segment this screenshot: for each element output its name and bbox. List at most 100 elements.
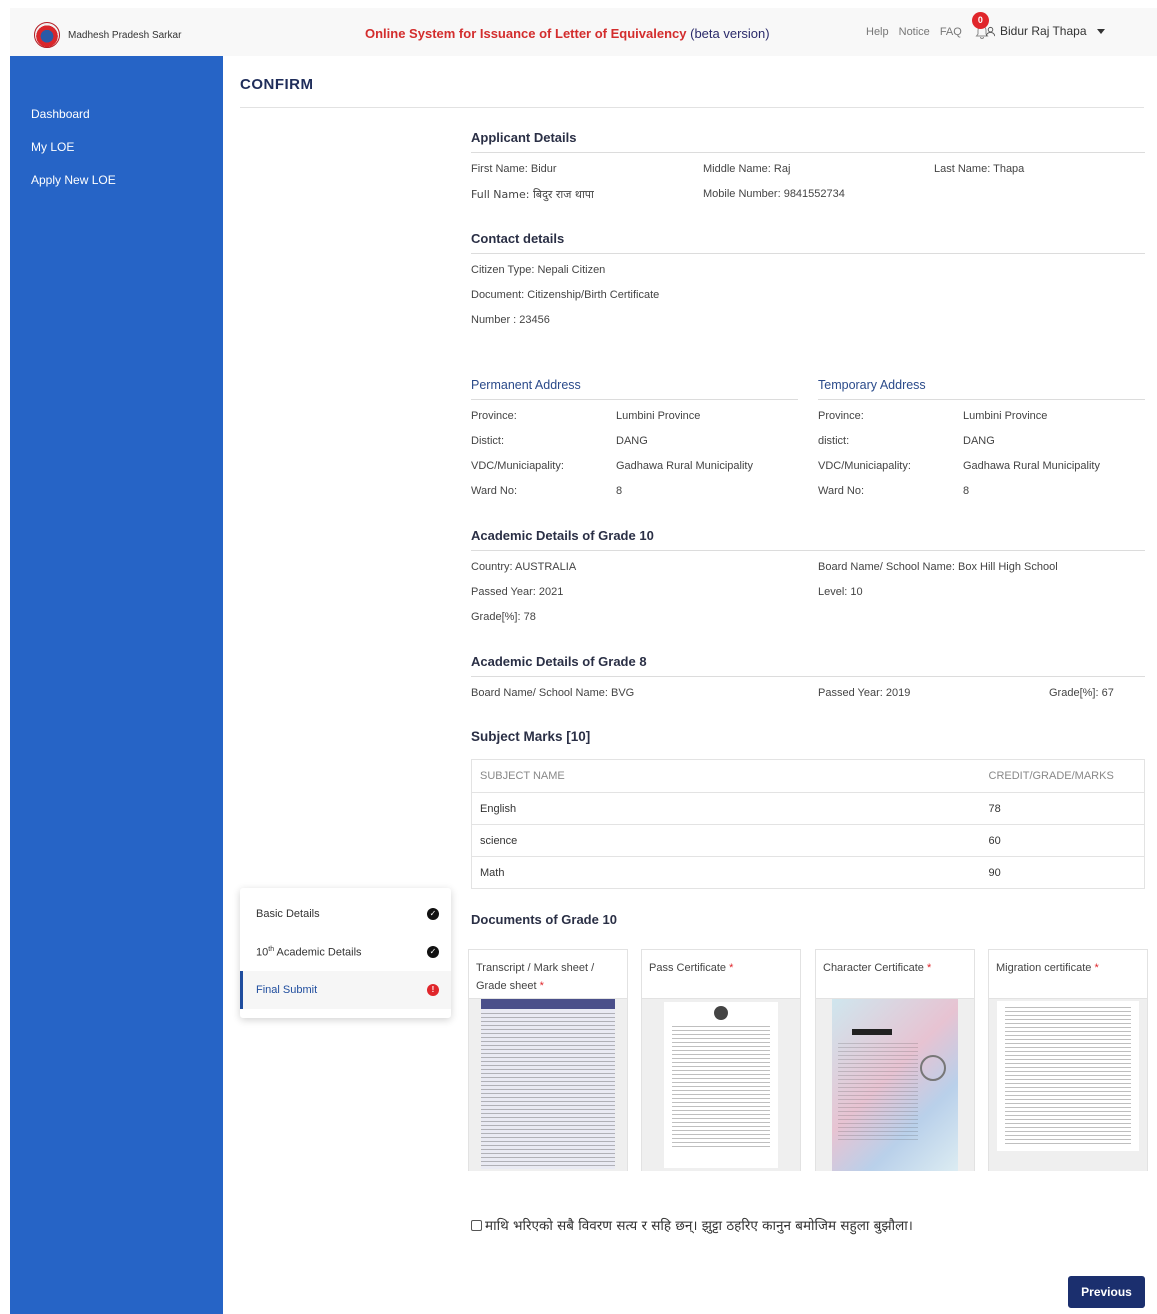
step-label: 10th Academic Details — [256, 946, 362, 959]
divider — [471, 152, 1145, 153]
top-nav: Help Notice FAQ 0 — [866, 12, 990, 40]
document-card-migration-certificate[interactable]: Migration certificate * — [988, 949, 1148, 1171]
permanent-vdc-label: VDC/Municiapality: — [471, 460, 564, 472]
page-title: CONFIRM — [240, 76, 314, 93]
grade10-heading: Academic Details of Grade 10 — [471, 528, 654, 543]
notice-link[interactable]: Notice — [899, 26, 930, 38]
top-header: Madhesh Pradesh Sarkar Online System for… — [10, 8, 1157, 56]
table-row: English 78 — [471, 792, 1145, 825]
permanent-province-label: Province: — [471, 410, 517, 422]
permanent-address-heading: Permanent Address — [471, 378, 581, 392]
check-circle-icon: ✓ — [427, 946, 439, 958]
permanent-district-value: DANG — [616, 435, 648, 447]
divider — [818, 399, 1145, 400]
faq-link[interactable]: FAQ — [940, 26, 962, 38]
temporary-province-label: Province: — [818, 410, 864, 422]
sidebar: Dashboard My LOE Apply New LOE — [10, 56, 223, 1314]
app-title-text: Online System for Issuance of Letter of … — [365, 26, 687, 41]
progress-stepper: Basic Details ✓ 10th Academic Details ✓ … — [240, 888, 451, 1018]
divider — [471, 550, 1145, 551]
user-icon — [985, 26, 996, 36]
sidebar-item-dashboard[interactable]: Dashboard — [31, 107, 90, 121]
document-label-text: Transcript / Mark sheet / Grade sheet — [476, 962, 595, 992]
chevron-down-icon — [1096, 28, 1105, 34]
permanent-ward-label: Ward No: — [471, 485, 518, 497]
character-certificate-thumbnail[interactable] — [816, 999, 974, 1171]
grade8-heading: Academic Details of Grade 8 — [471, 654, 647, 669]
table-header-row: SUBJECT NAME CREDIT/GRADE/MARKS — [471, 759, 1145, 793]
transcript-thumbnail[interactable] — [469, 999, 627, 1171]
subject-marks: 90 — [982, 856, 1145, 889]
grade8-passed-year: Passed Year: 2019 — [818, 687, 911, 699]
user-menu[interactable]: Bidur Raj Thapa — [985, 24, 1105, 38]
temporary-province-value: Lumbini Province — [963, 410, 1048, 422]
previous-button[interactable]: Previous — [1068, 1276, 1145, 1308]
subject-name: Math — [471, 856, 983, 889]
sidebar-item-apply-new-loe[interactable]: Apply New LOE — [31, 173, 116, 187]
brand[interactable]: Madhesh Pradesh Sarkar — [34, 22, 181, 48]
document-card-transcript[interactable]: Transcript / Mark sheet / Grade sheet * — [468, 949, 628, 1171]
temporary-address-heading: Temporary Address — [818, 378, 926, 392]
citizen-type: Citizen Type: Nepali Citizen — [471, 264, 606, 276]
contact-details-heading: Contact details — [471, 231, 565, 246]
subject-marks-table: SUBJECT NAME CREDIT/GRADE/MARKS English … — [471, 759, 1145, 889]
required-marker: * — [539, 980, 544, 992]
grade10-board: Board Name/ School Name: Box Hill High S… — [818, 561, 1058, 573]
declaration-text: माथि भरिएको सबै विवरण सत्य र सहि छन्। झु… — [485, 1218, 913, 1234]
step-label-text: Academic Details — [274, 946, 362, 959]
table-row: science 60 — [471, 824, 1145, 857]
document-label: Transcript / Mark sheet / Grade sheet * — [476, 959, 622, 995]
app-title: Online System for Issuance of Letter of … — [365, 26, 770, 41]
step-basic-details[interactable]: Basic Details ✓ — [240, 895, 451, 933]
step-label: Final Submit — [256, 984, 318, 996]
sidebar-item-my-loe[interactable]: My LOE — [31, 140, 74, 154]
grade8-grade: Grade[%]: 67 — [1049, 687, 1114, 699]
temporary-district-value: DANG — [963, 435, 995, 447]
permanent-district-label: Distict: — [471, 435, 504, 447]
applicant-details-heading: Applicant Details — [471, 130, 577, 145]
document-label: Character Certificate * — [823, 959, 969, 977]
declaration[interactable]: माथि भरिएको सबै विवरण सत्य र सहि छन्। झु… — [471, 1216, 913, 1234]
middle-name: Middle Name: Raj — [703, 163, 791, 175]
government-emblem-logo — [34, 22, 60, 48]
step-label: Basic Details — [256, 908, 320, 920]
column-header-subject: SUBJECT NAME — [471, 759, 983, 793]
full-name: Full Name: बिदुर राज थापा — [471, 188, 594, 201]
last-name: Last Name: Thapa — [934, 163, 1025, 175]
document-card-pass-certificate[interactable]: Pass Certificate * — [641, 949, 801, 1171]
document-label: Migration certificate * — [996, 959, 1142, 977]
document-type: Document: Citizenship/Birth Certificate — [471, 289, 660, 301]
permanent-vdc-value: Gadhawa Rural Municipality — [616, 460, 753, 472]
mobile-number: Mobile Number: 9841552734 — [703, 188, 845, 200]
required-marker: * — [729, 962, 734, 974]
subject-marks-heading: Subject Marks [10] — [471, 729, 591, 744]
divider — [240, 107, 1144, 108]
pass-certificate-thumbnail[interactable] — [642, 999, 800, 1171]
permanent-ward-value: 8 — [616, 485, 623, 497]
user-name: Bidur Raj Thapa — [1000, 24, 1087, 38]
check-circle-icon: ✓ — [427, 908, 439, 920]
brand-name: Madhesh Pradesh Sarkar — [68, 29, 182, 41]
temporary-vdc-value: Gadhawa Rural Municipality — [963, 460, 1100, 472]
step-academic-details[interactable]: 10th Academic Details ✓ — [240, 933, 451, 971]
divider — [471, 676, 1145, 677]
divider — [471, 399, 798, 400]
document-card-character-certificate[interactable]: Character Certificate * — [815, 949, 975, 1171]
migration-certificate-thumbnail[interactable] — [989, 999, 1147, 1171]
first-name: First Name: Bidur — [471, 163, 557, 175]
subject-marks: 60 — [982, 824, 1145, 857]
temporary-district-label: distict: — [818, 435, 850, 447]
temporary-vdc-label: VDC/Municiapality: — [818, 460, 911, 472]
required-marker: * — [926, 962, 932, 974]
document-label-text: Pass Certificate — [649, 962, 727, 974]
document-label: Pass Certificate * — [649, 959, 795, 977]
temporary-ward-value: 8 — [963, 485, 970, 497]
grade10-passed-year: Passed Year: 2021 — [471, 586, 564, 598]
exclamation-circle-icon: ! — [427, 984, 439, 996]
declaration-checkbox[interactable] — [471, 1219, 482, 1231]
permanent-province-value: Lumbini Province — [616, 410, 701, 422]
help-link[interactable]: Help — [866, 26, 889, 38]
table-row: Math 90 — [471, 856, 1145, 889]
step-final-submit[interactable]: Final Submit ! — [240, 971, 451, 1009]
temporary-ward-label: Ward No: — [818, 485, 865, 497]
